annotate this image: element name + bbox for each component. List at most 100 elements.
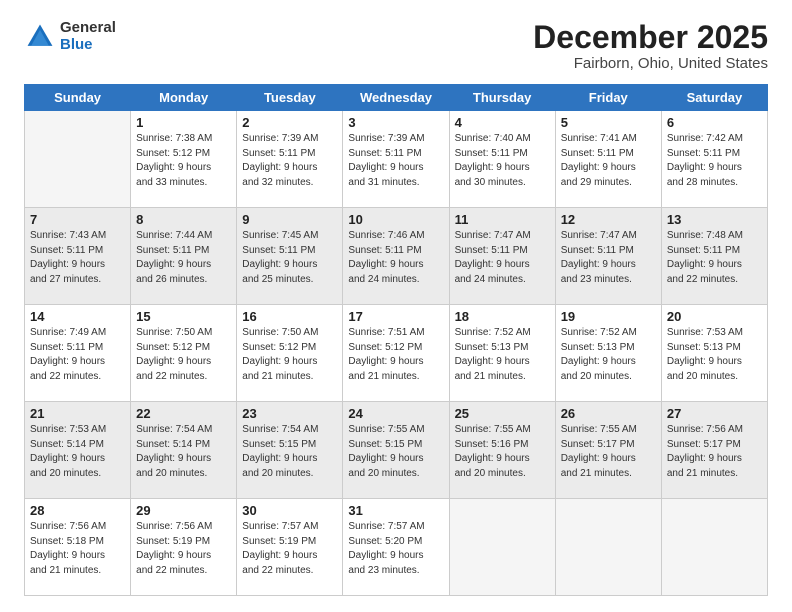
day-info: Sunrise: 7:48 AMSunset: 5:11 PMDaylight:… bbox=[667, 229, 762, 287]
calendar-cell: 19 Sunrise: 7:52 AMSunset: 5:13 PMDayligh… bbox=[555, 305, 661, 402]
day-number: 27 bbox=[667, 406, 762, 421]
day-number: 17 bbox=[348, 309, 443, 324]
day-number: 21 bbox=[30, 406, 125, 421]
calendar-cell: 21 Sunrise: 7:53 AMSunset: 5:14 PMDayligh… bbox=[25, 402, 131, 499]
calendar-cell: 4 Sunrise: 7:40 AMSunset: 5:11 PMDaylight… bbox=[449, 111, 555, 208]
day-info: Sunrise: 7:54 AMSunset: 5:15 PMDaylight:… bbox=[242, 423, 337, 481]
calendar-cell: 9 Sunrise: 7:45 AMSunset: 5:11 PMDaylight… bbox=[237, 208, 343, 305]
month-title: December 2025 bbox=[533, 20, 768, 55]
calendar-table: SundayMondayTuesdayWednesdayThursdayFrid… bbox=[24, 84, 768, 596]
day-info: Sunrise: 7:54 AMSunset: 5:14 PMDaylight:… bbox=[136, 423, 231, 481]
day-number: 4 bbox=[455, 115, 550, 130]
calendar-week-2: 7 Sunrise: 7:43 AMSunset: 5:11 PMDaylight… bbox=[25, 208, 768, 305]
calendar-week-3: 14Sunrise: 7:49 AMSunset: 5:11 PMDayligh… bbox=[25, 305, 768, 402]
calendar-cell: 18 Sunrise: 7:52 AMSunset: 5:13 PMDayligh… bbox=[449, 305, 555, 402]
calendar-cell bbox=[25, 111, 131, 208]
day-info: Sunrise: 7:56 AMSunset: 5:17 PMDaylight:… bbox=[667, 423, 762, 481]
logo: General Blue bbox=[24, 20, 116, 53]
day-number: 8 bbox=[136, 212, 231, 227]
day-number: 11 bbox=[455, 212, 550, 227]
day-info: Sunrise: 7:55 AMSunset: 5:16 PMDaylight:… bbox=[455, 423, 550, 481]
calendar-cell: 23 Sunrise: 7:54 AMSunset: 5:15 PMDayligh… bbox=[237, 402, 343, 499]
calendar-cell: 31 Sunrise: 7:57 AMSunset: 5:20 PMDayligh… bbox=[343, 499, 449, 596]
weekday-header-tuesday: Tuesday bbox=[237, 85, 343, 111]
day-number: 12 bbox=[561, 212, 656, 227]
day-info: Sunrise: 7:44 AMSunset: 5:11 PMDaylight:… bbox=[136, 229, 231, 287]
calendar-cell: 15 Sunrise: 7:50 AMSunset: 5:12 PMDayligh… bbox=[131, 305, 237, 402]
day-number: 30 bbox=[242, 503, 337, 518]
day-info: Sunrise: 7:56 AMSunset: 5:19 PMDaylight:… bbox=[136, 520, 231, 578]
day-number: 2 bbox=[242, 115, 337, 130]
day-number: 3 bbox=[348, 115, 443, 130]
logo-icon bbox=[24, 21, 56, 53]
day-info: Sunrise: 7:52 AMSunset: 5:13 PMDaylight:… bbox=[455, 326, 550, 384]
day-info: Sunrise: 7:41 AMSunset: 5:11 PMDaylight:… bbox=[561, 132, 656, 190]
day-number: 24 bbox=[348, 406, 443, 421]
calendar-cell: 27 Sunrise: 7:56 AMSunset: 5:17 PMDayligh… bbox=[661, 402, 767, 499]
calendar-cell: 26 Sunrise: 7:55 AMSunset: 5:17 PMDayligh… bbox=[555, 402, 661, 499]
calendar-cell: 17 Sunrise: 7:51 AMSunset: 5:12 PMDayligh… bbox=[343, 305, 449, 402]
logo-general-text: General bbox=[60, 20, 116, 37]
calendar-cell: 7 Sunrise: 7:43 AMSunset: 5:11 PMDaylight… bbox=[25, 208, 131, 305]
day-info: Sunrise: 7:56 AMSunset: 5:18 PMDaylight:… bbox=[30, 520, 125, 578]
day-info: Sunrise: 7:40 AMSunset: 5:11 PMDaylight:… bbox=[455, 132, 550, 190]
calendar-week-1: 1Sunrise: 7:38 AMSunset: 5:12 PMDaylight… bbox=[25, 111, 768, 208]
day-number: 29 bbox=[136, 503, 231, 518]
day-info: Sunrise: 7:47 AMSunset: 5:11 PMDaylight:… bbox=[561, 229, 656, 287]
day-number: 23 bbox=[242, 406, 337, 421]
calendar-cell: 2 Sunrise: 7:39 AMSunset: 5:11 PMDaylight… bbox=[237, 111, 343, 208]
day-number: 28 bbox=[30, 503, 125, 518]
day-number: 10 bbox=[348, 212, 443, 227]
weekday-header-monday: Monday bbox=[131, 85, 237, 111]
calendar-week-5: 28 Sunrise: 7:56 AMSunset: 5:18 PMDayligh… bbox=[25, 499, 768, 596]
calendar-cell bbox=[449, 499, 555, 596]
day-info: Sunrise: 7:52 AMSunset: 5:13 PMDaylight:… bbox=[561, 326, 656, 384]
day-number: 19 bbox=[561, 309, 656, 324]
day-info: Sunrise: 7:53 AMSunset: 5:14 PMDaylight:… bbox=[30, 423, 125, 481]
day-info: Sunrise: 7:53 AMSunset: 5:13 PMDaylight:… bbox=[667, 326, 762, 384]
day-info: Sunrise: 7:57 AMSunset: 5:20 PMDaylight:… bbox=[348, 520, 443, 578]
calendar-cell bbox=[555, 499, 661, 596]
day-info: Sunrise: 7:55 AMSunset: 5:17 PMDaylight:… bbox=[561, 423, 656, 481]
day-info: Sunrise: 7:57 AMSunset: 5:19 PMDaylight:… bbox=[242, 520, 337, 578]
day-number: 18 bbox=[455, 309, 550, 324]
calendar-cell: 22Sunrise: 7:54 AMSunset: 5:14 PMDayligh… bbox=[131, 402, 237, 499]
weekday-header-row: SundayMondayTuesdayWednesdayThursdayFrid… bbox=[25, 85, 768, 111]
calendar-cell: 25Sunrise: 7:55 AMSunset: 5:16 PMDayligh… bbox=[449, 402, 555, 499]
logo-text: General Blue bbox=[60, 20, 116, 53]
day-number: 15 bbox=[136, 309, 231, 324]
calendar-cell: 6 Sunrise: 7:42 AMSunset: 5:11 PMDaylight… bbox=[661, 111, 767, 208]
day-info: Sunrise: 7:38 AMSunset: 5:12 PMDaylight:… bbox=[136, 132, 231, 190]
calendar-cell: 3 Sunrise: 7:39 AMSunset: 5:11 PMDaylight… bbox=[343, 111, 449, 208]
day-number: 9 bbox=[242, 212, 337, 227]
day-info: Sunrise: 7:45 AMSunset: 5:11 PMDaylight:… bbox=[242, 229, 337, 287]
page: General Blue December 2025 Fairborn, Ohi… bbox=[0, 0, 792, 612]
day-number: 26 bbox=[561, 406, 656, 421]
day-number: 7 bbox=[30, 212, 125, 227]
day-number: 31 bbox=[348, 503, 443, 518]
day-info: Sunrise: 7:39 AMSunset: 5:11 PMDaylight:… bbox=[348, 132, 443, 190]
day-number: 20 bbox=[667, 309, 762, 324]
day-info: Sunrise: 7:42 AMSunset: 5:11 PMDaylight:… bbox=[667, 132, 762, 190]
logo-blue-text: Blue bbox=[60, 37, 116, 54]
day-number: 6 bbox=[667, 115, 762, 130]
calendar-cell: 30 Sunrise: 7:57 AMSunset: 5:19 PMDayligh… bbox=[237, 499, 343, 596]
weekday-header-thursday: Thursday bbox=[449, 85, 555, 111]
calendar-cell: 5 Sunrise: 7:41 AMSunset: 5:11 PMDaylight… bbox=[555, 111, 661, 208]
day-info: Sunrise: 7:46 AMSunset: 5:11 PMDaylight:… bbox=[348, 229, 443, 287]
calendar-cell: 28 Sunrise: 7:56 AMSunset: 5:18 PMDayligh… bbox=[25, 499, 131, 596]
calendar-cell bbox=[661, 499, 767, 596]
day-number: 13 bbox=[667, 212, 762, 227]
day-info: Sunrise: 7:51 AMSunset: 5:12 PMDaylight:… bbox=[348, 326, 443, 384]
calendar-cell: 16Sunrise: 7:50 AMSunset: 5:12 PMDayligh… bbox=[237, 305, 343, 402]
day-info: Sunrise: 7:39 AMSunset: 5:11 PMDaylight:… bbox=[242, 132, 337, 190]
day-info: Sunrise: 7:50 AMSunset: 5:12 PMDaylight:… bbox=[136, 326, 231, 384]
location: Fairborn, Ohio, United States bbox=[533, 55, 768, 72]
calendar-cell: 12 Sunrise: 7:47 AMSunset: 5:11 PMDayligh… bbox=[555, 208, 661, 305]
title-block: December 2025 Fairborn, Ohio, United Sta… bbox=[533, 20, 768, 72]
day-info: Sunrise: 7:50 AMSunset: 5:12 PMDaylight:… bbox=[242, 326, 337, 384]
day-number: 5 bbox=[561, 115, 656, 130]
calendar-cell: 24Sunrise: 7:55 AMSunset: 5:15 PMDayligh… bbox=[343, 402, 449, 499]
day-info: Sunrise: 7:43 AMSunset: 5:11 PMDaylight:… bbox=[30, 229, 125, 287]
calendar-week-4: 21 Sunrise: 7:53 AMSunset: 5:14 PMDayligh… bbox=[25, 402, 768, 499]
